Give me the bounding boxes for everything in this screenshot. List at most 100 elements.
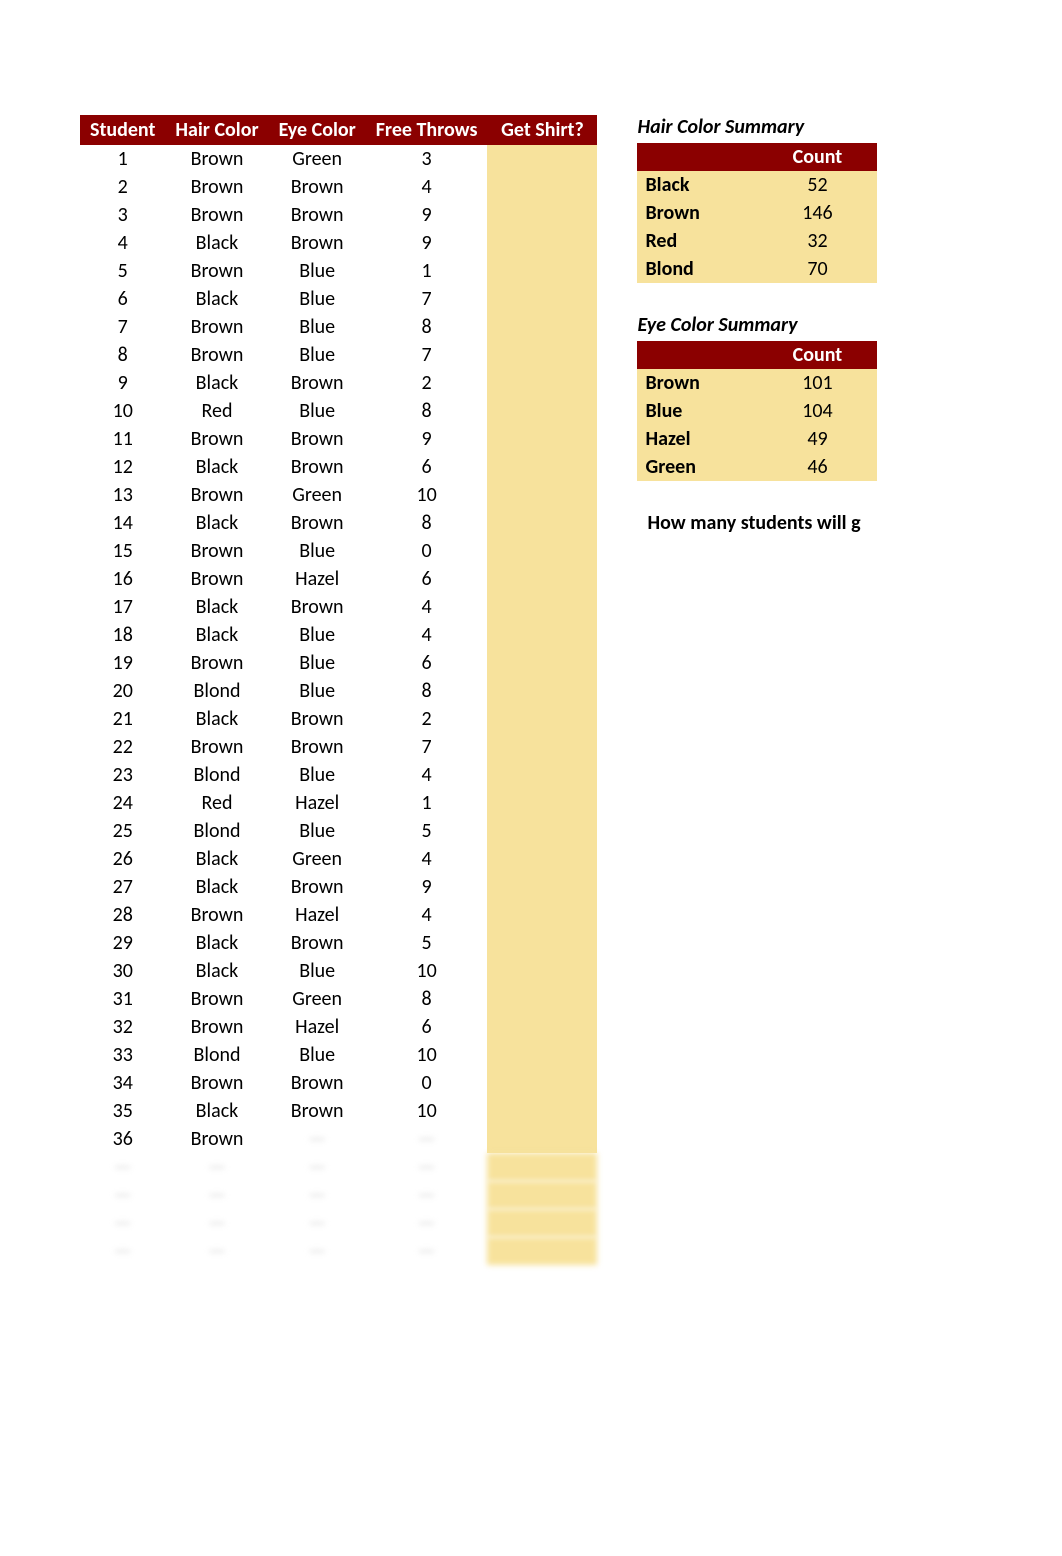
students-table: Student Hair Color Eye Color Free Throws… [80,115,597,1265]
col-get-shirt: Get Shirt? [487,115,597,145]
cell-student: 13 [80,481,165,509]
cell-student: 30 [80,957,165,985]
cell-hair: Black [165,705,268,733]
cell-hair: Red [165,397,268,425]
summary-row: Hazel49 [637,425,877,453]
cell-eye: Hazel [269,789,366,817]
table-row-blurred: ———— [80,1181,597,1209]
summary-value: 49 [757,425,877,453]
cell-get-shirt [487,705,597,733]
cell-student: 21 [80,705,165,733]
cell-eye: Green [269,481,366,509]
hair-summary-title: Hair Color Summary [637,115,917,139]
cell-eye: Blue [269,257,366,285]
cell-student: 22 [80,733,165,761]
table-row: 10RedBlue8 [80,397,597,425]
cell-hair: Black [165,1097,268,1125]
cell-student: 17 [80,593,165,621]
cell-eye: Hazel [269,1013,366,1041]
cell-get-shirt [487,1041,597,1069]
summary-label: Green [637,453,757,481]
cell-hair: Blond [165,1041,268,1069]
cell-student: 12 [80,453,165,481]
cell-hair: Brown [165,1013,268,1041]
cell-student: 32 [80,1013,165,1041]
cell-free-throws: 8 [366,985,488,1013]
cell-free-throws: 5 [366,817,488,845]
cell-student: 23 [80,761,165,789]
cell-eye: Blue [269,621,366,649]
cell-free-throws: 9 [366,425,488,453]
table-row: 25BlondBlue5 [80,817,597,845]
table-row: 21BlackBrown2 [80,705,597,733]
table-row: 14BlackBrown8 [80,509,597,537]
cell-eye: Brown [269,733,366,761]
cell-free-throws: 5 [366,929,488,957]
cell-eye: Blue [269,397,366,425]
cell-eye: Brown [269,873,366,901]
cell-student: 33 [80,1041,165,1069]
table-row: 31BrownGreen8 [80,985,597,1013]
cell-hair: Brown [165,901,268,929]
summary-label: Blond [637,255,757,283]
cell-eye: Brown [269,229,366,257]
cell-free-throws: 0 [366,1069,488,1097]
cell-hair: Blond [165,677,268,705]
table-row: 26BlackGreen4 [80,845,597,873]
cell-hair: Brown [165,341,268,369]
cell-student: 7 [80,313,165,341]
cell-student: 16 [80,565,165,593]
cell-get-shirt [487,509,597,537]
cell-get-shirt [487,565,597,593]
cell-eye: Green [269,845,366,873]
summary-row: Blond70 [637,255,877,283]
table-row: 4BlackBrown9 [80,229,597,257]
summary-label: Blue [637,397,757,425]
cell-eye: Brown [269,453,366,481]
summary-row: Brown101 [637,369,877,397]
cell-get-shirt [487,1125,597,1153]
table-row: 22BrownBrown7 [80,733,597,761]
cell-free-throws: 8 [366,313,488,341]
cell-free-throws: 6 [366,565,488,593]
summary-label: Hazel [637,425,757,453]
cell-eye: Brown [269,929,366,957]
cell-free-throws: 10 [366,1041,488,1069]
cell-hair: Brown [165,733,268,761]
cell-eye: Brown [269,509,366,537]
summary-value: 46 [757,453,877,481]
col-eye-color: Eye Color [269,115,366,145]
cell-hair: Black [165,509,268,537]
question-text: How many students will g [647,511,917,535]
cell-eye: Hazel [269,901,366,929]
table-row-blurred: ———— [80,1153,597,1181]
cell-eye: Brown [269,425,366,453]
table-row: 23BlondBlue4 [80,761,597,789]
cell-free-throws: 4 [366,621,488,649]
summary-row: Brown146 [637,199,877,227]
cell-get-shirt [487,957,597,985]
eye-summary-blank-header [637,341,757,369]
summary-label: Brown [637,199,757,227]
cell-free-throws: 6 [366,453,488,481]
cell-free-throws: 2 [366,369,488,397]
table-row: 30BlackBlue10 [80,957,597,985]
cell-student: 4 [80,229,165,257]
cell-hair: Black [165,845,268,873]
cell-eye: Blue [269,761,366,789]
cell-student: 31 [80,985,165,1013]
hair-summary-table: Count Black52Brown146Red32Blond70 [637,143,877,283]
summary-label: Brown [637,369,757,397]
table-row: 2BrownBrown4 [80,173,597,201]
table-row: 32BrownHazel6 [80,1013,597,1041]
cell-free-throws: 2 [366,705,488,733]
hair-summary-count-header: Count [757,143,877,171]
cell-get-shirt [487,173,597,201]
cell-get-shirt [487,733,597,761]
cell-hair: Black [165,453,268,481]
cell-hair: Brown [165,1125,268,1153]
cell-get-shirt [487,145,597,173]
table-row: 29BlackBrown5 [80,929,597,957]
cell-free-throws: 0 [366,537,488,565]
cell-get-shirt [487,985,597,1013]
